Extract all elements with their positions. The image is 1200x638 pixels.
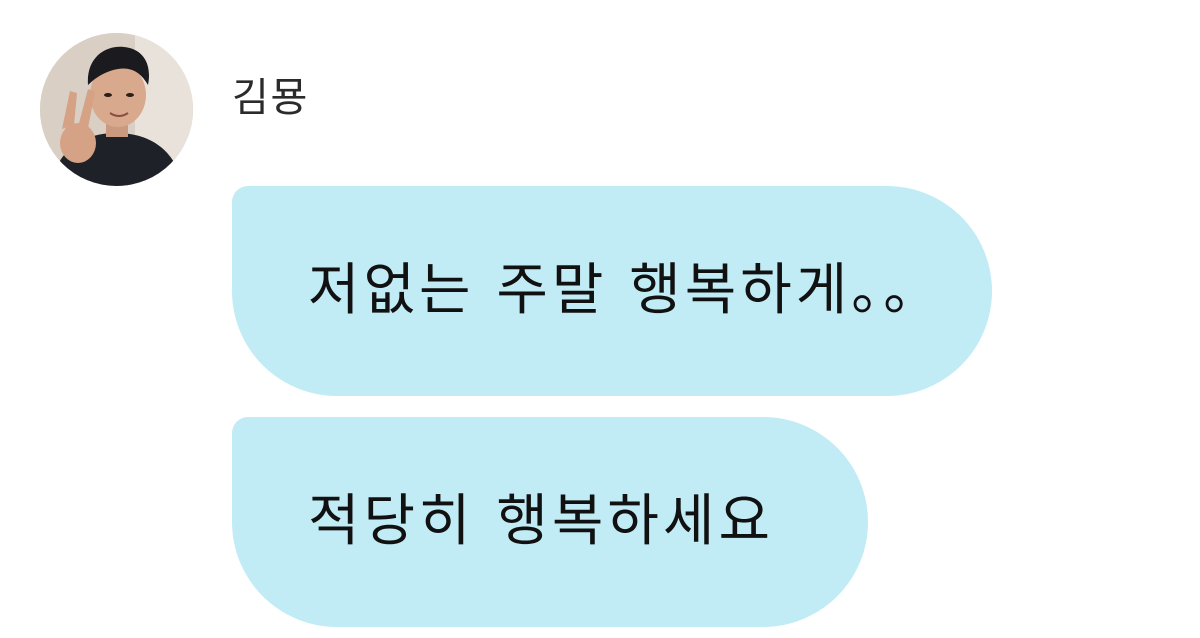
chat-thread: 김묭 저없는 주말 행복하게。。 적당히 행복하세요 bbox=[0, 0, 1200, 638]
message-bubble[interactable]: 적당히 행복하세요 bbox=[232, 417, 868, 627]
message-text: 저없는 주말 행복하게。。 bbox=[308, 258, 944, 323]
sender-name: 김묭 bbox=[232, 75, 310, 121]
profile-photo bbox=[40, 33, 193, 186]
avatar[interactable] bbox=[40, 33, 193, 186]
message-bubble[interactable]: 저없는 주말 행복하게。。 bbox=[232, 186, 992, 396]
message-text: 적당히 행복하세요 bbox=[308, 489, 774, 554]
